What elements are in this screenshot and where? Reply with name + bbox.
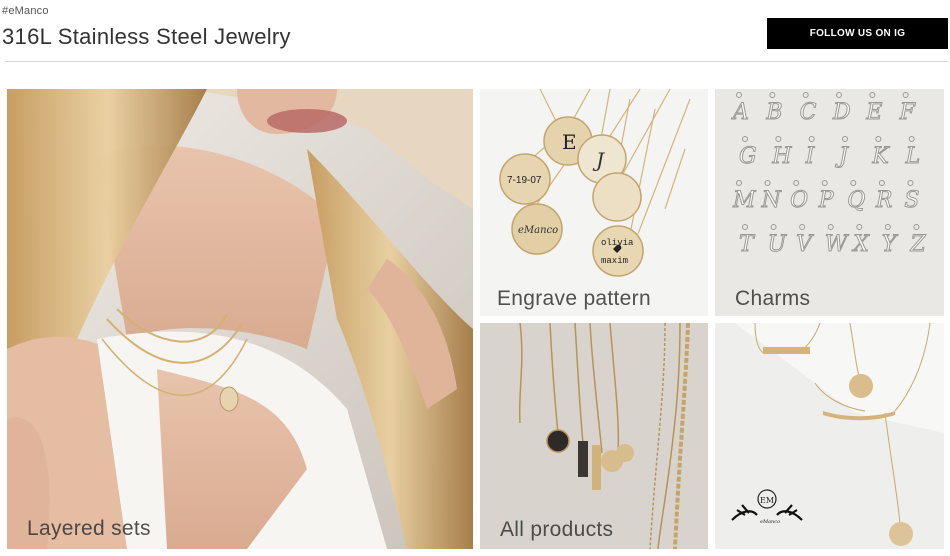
tile-all-products[interactable]: All products bbox=[480, 323, 708, 549]
tile-layered-sets[interactable]: Layered sets bbox=[7, 89, 473, 549]
engrave-name-maxim: maxim bbox=[601, 256, 628, 266]
bar-necklaces-photo: EM eManco bbox=[715, 323, 944, 549]
header-divider bbox=[5, 61, 948, 62]
tile-label: Engrave pattern bbox=[497, 287, 651, 310]
charm-letter: Y bbox=[882, 232, 899, 257]
charm-letter: E bbox=[865, 100, 882, 125]
tile-label: Layered sets bbox=[27, 517, 151, 540]
charm-letter: V bbox=[796, 232, 814, 257]
tile-charms[interactable]: ABCDEFGHIJKLMNOPQRSTUVWXYZ Charms bbox=[715, 89, 944, 316]
charm-letter: G bbox=[739, 144, 757, 169]
engrave-date: 7-19-07 bbox=[507, 175, 542, 186]
charm-letter: Z bbox=[909, 232, 926, 257]
charm-letter: D bbox=[832, 100, 851, 125]
charm-letter: K bbox=[871, 144, 890, 169]
charm-letter: U bbox=[768, 232, 788, 257]
charm-letter: T bbox=[739, 232, 756, 257]
engrave-letter-e: E bbox=[562, 130, 577, 154]
charm-letter: A bbox=[731, 100, 749, 125]
tile-label: All products bbox=[500, 518, 614, 541]
tile-label: Charms bbox=[735, 287, 811, 310]
charm-letter: H bbox=[771, 144, 792, 169]
charm-letter: F bbox=[899, 100, 916, 125]
charm-letter: L bbox=[905, 144, 921, 169]
layered-sets-photo bbox=[7, 89, 473, 549]
all-products-photo bbox=[480, 323, 708, 549]
charm-letter: B bbox=[765, 100, 782, 125]
engrave-pattern-photo: E J 7-19-07 eManco olivia maxim bbox=[480, 89, 708, 316]
logo-script: eManco bbox=[760, 519, 780, 525]
charm-letter: X bbox=[851, 232, 870, 257]
engrave-script: eManco bbox=[518, 225, 558, 236]
logo-monogram: EM bbox=[760, 496, 774, 505]
follow-us-on-ig-button[interactable]: FOLLOW US ON IG bbox=[767, 18, 948, 49]
page-title: 316L Stainless Steel Jewelry bbox=[2, 24, 291, 49]
charm-letter: O bbox=[790, 188, 808, 213]
charm-letter: W bbox=[825, 232, 850, 257]
charm-letter: Q bbox=[847, 188, 865, 213]
charm-letter: P bbox=[818, 188, 835, 213]
charms-photo: A B C D E FG H I J K LM N O P Q R ST U V W X Y Z bbox=[715, 89, 944, 316]
tile-engrave-pattern[interactable]: E J 7-19-07 eManco olivia maxim Engrave … bbox=[480, 89, 708, 316]
charm-letter: C bbox=[800, 100, 817, 125]
tile-bar-necklaces[interactable]: EM eManco bbox=[715, 323, 944, 549]
charm-letter: N bbox=[761, 188, 782, 213]
charm-letter: I bbox=[805, 144, 816, 169]
charm-letter: R bbox=[875, 188, 893, 213]
brand-tag: #eManco bbox=[2, 5, 49, 17]
charm-letter: S bbox=[904, 188, 919, 213]
charm-letter: M bbox=[732, 188, 756, 213]
